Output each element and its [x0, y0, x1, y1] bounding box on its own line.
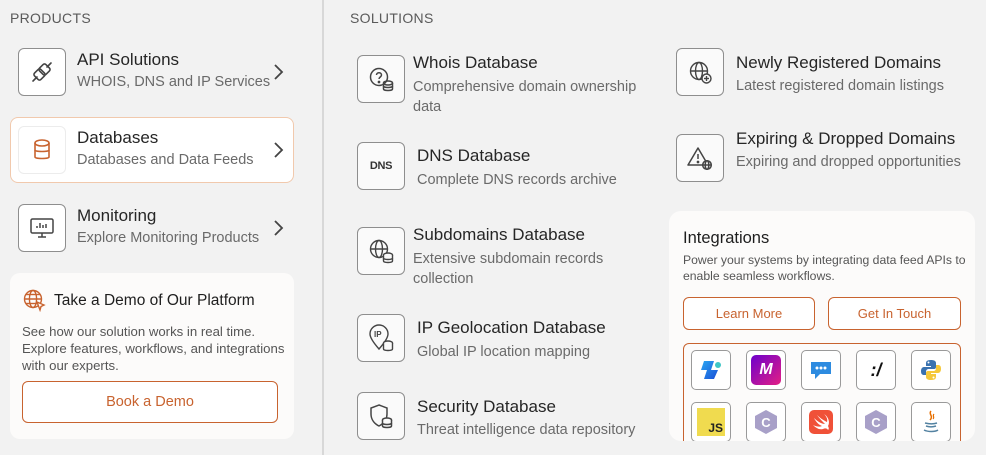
solution-subdomains-database[interactable]: Subdomains Database Extensive subdomain …	[357, 225, 657, 287]
demo-title: Take a Demo of Our Platform	[54, 292, 255, 309]
demo-description: See how our solution works in real time.…	[22, 324, 285, 373]
solution-title: Expiring & Dropped Domains	[736, 129, 956, 148]
demo-card: Take a Demo of Our Platform See how our …	[10, 273, 294, 439]
c-logo-text: C	[761, 415, 771, 430]
solution-subtitle: Threat intelligence data repository	[417, 422, 636, 438]
integrations-logo-grid: M :/ JS C C	[683, 343, 961, 441]
get-in-touch-button[interactable]: Get In Touch	[828, 297, 961, 330]
dns-icon-text: DNS	[369, 160, 393, 172]
product-item-monitoring[interactable]: Monitoring Explore Monitoring Products	[10, 195, 294, 261]
solutions-panel: SOLUTIONS Whois Database Comprehensive d…	[324, 0, 986, 455]
solution-subtitle: Global IP location mapping	[417, 344, 591, 360]
solution-ip-geolocation-database[interactable]: IP IP Geolocation Database Global IP loc…	[357, 314, 657, 362]
solution-whois-database[interactable]: Whois Database Comprehensive domain owne…	[357, 53, 657, 115]
slash-logo-text: :/	[870, 359, 882, 380]
solution-subtitle: Latest registered domain listings	[736, 78, 944, 94]
svg-text:IP: IP	[374, 330, 382, 339]
product-subtitle: Databases and Data Feeds	[77, 152, 254, 168]
integrations-card: Integrations Power your systems by integ…	[669, 211, 975, 441]
solution-newly-registered-domains[interactable]: Newly Registered Domains Latest register…	[676, 48, 976, 96]
monitor-icon	[18, 204, 66, 252]
integrations-description: Power your systems by integrating data f…	[683, 253, 966, 283]
chevron-right-icon	[274, 64, 284, 80]
shield-database-icon	[357, 392, 405, 440]
solution-title: Newly Registered Domains	[736, 53, 942, 72]
copilot-icon[interactable]	[691, 350, 731, 390]
product-item-api-solutions[interactable]: API Solutions WHOIS, DNS and IP Services	[10, 39, 294, 105]
solution-title: Subdomains Database	[413, 225, 586, 244]
plug-icon	[18, 48, 66, 96]
solution-security-database[interactable]: Security Database Threat intelligence da…	[357, 392, 657, 440]
database-icon	[18, 126, 66, 174]
solution-subtitle: Extensive subdomain records collection	[413, 251, 604, 287]
chevron-right-icon	[274, 142, 284, 158]
integrations-title: Integrations	[683, 229, 770, 247]
c-language-icon-2[interactable]: C	[856, 402, 896, 441]
slash-icon[interactable]: :/	[856, 350, 896, 390]
dns-icon: DNS	[357, 142, 405, 190]
ip-location-icon: IP	[357, 314, 405, 362]
warning-globe-icon	[676, 134, 724, 182]
swift-icon[interactable]	[801, 402, 841, 441]
globe-database-icon	[357, 227, 405, 275]
java-icon[interactable]	[911, 402, 951, 441]
chat-icon[interactable]	[801, 350, 841, 390]
solution-title: DNS Database	[417, 146, 531, 165]
products-heading: PRODUCTS	[10, 10, 91, 26]
solution-title: Whois Database	[413, 53, 538, 72]
product-subtitle: Explore Monitoring Products	[77, 230, 260, 246]
book-demo-button[interactable]: Book a Demo	[22, 381, 278, 423]
solution-subtitle: Complete DNS records archive	[417, 172, 617, 188]
solutions-heading: SOLUTIONS	[350, 10, 434, 26]
product-title: Monitoring	[77, 206, 157, 225]
make-logo-text: M	[751, 355, 781, 385]
solution-title: IP Geolocation Database	[417, 318, 606, 337]
whois-database-icon	[357, 55, 405, 103]
product-title: API Solutions	[77, 50, 180, 69]
make-icon[interactable]: M	[746, 350, 786, 390]
globe-pointer-icon	[23, 289, 46, 312]
javascript-logo-text: JS	[697, 408, 725, 436]
solution-expiring-dropped-domains[interactable]: Expiring & Dropped Domains Expiring and …	[676, 129, 976, 192]
globe-plus-icon	[676, 48, 724, 96]
python-icon[interactable]	[911, 350, 951, 390]
product-subtitle: WHOIS, DNS and IP Services	[77, 74, 271, 90]
products-panel: PRODUCTS API Solutions WHOIS, DNS and IP…	[0, 0, 322, 455]
learn-more-button[interactable]: Learn More	[683, 297, 815, 330]
chevron-right-icon	[274, 220, 284, 236]
solution-dns-database[interactable]: DNS DNS Database Complete DNS records ar…	[357, 142, 657, 190]
solution-subtitle: Comprehensive domain ownership data	[413, 79, 637, 115]
product-title: Databases	[77, 128, 159, 147]
solution-title: Security Database	[417, 397, 556, 416]
solution-subtitle: Expiring and dropped opportunities	[736, 154, 961, 170]
product-item-databases[interactable]: Databases Databases and Data Feeds	[10, 117, 294, 183]
c-logo-text: C	[871, 415, 881, 430]
javascript-icon[interactable]: JS	[691, 402, 731, 441]
c-language-icon[interactable]: C	[746, 402, 786, 441]
